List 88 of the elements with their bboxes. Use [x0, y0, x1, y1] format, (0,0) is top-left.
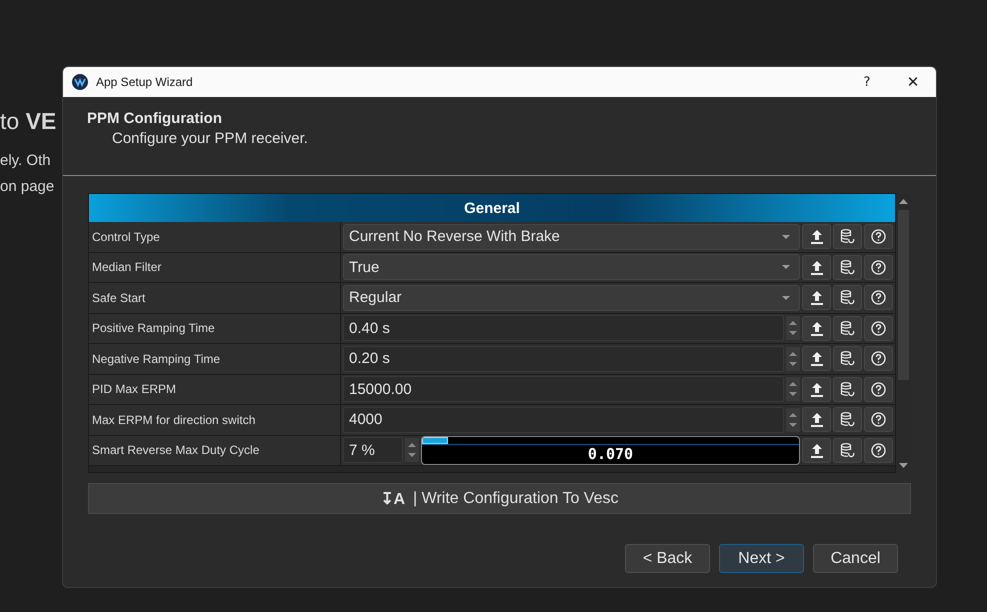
caret-icon	[781, 264, 791, 270]
help-button[interactable]	[864, 224, 893, 250]
upload-button[interactable]	[802, 438, 831, 463]
restore-default-button[interactable]	[833, 438, 862, 463]
restore-default-button[interactable]	[833, 346, 862, 372]
window-title: App Setup Wizard	[96, 75, 194, 89]
number-field[interactable]: 4000	[343, 406, 784, 433]
restore-default-button[interactable]	[833, 224, 862, 250]
setting-label: PID Max ERPM	[89, 374, 341, 404]
help-button[interactable]	[864, 407, 893, 432]
upload-button[interactable]	[802, 224, 831, 250]
help-button[interactable]	[864, 254, 893, 280]
number-field[interactable]: 0.40 s	[343, 315, 784, 342]
restore-default-button[interactable]	[833, 316, 862, 341]
dialog-button[interactable]: Next >	[719, 544, 804, 573]
database-refresh-icon	[840, 382, 855, 397]
restore-default-button[interactable]	[833, 376, 862, 402]
background-text: ely. Oth	[0, 152, 52, 170]
dropdown[interactable]: Regular	[343, 284, 800, 311]
upload-icon	[810, 229, 824, 244]
upload-button[interactable]	[802, 254, 831, 280]
number-field[interactable]: 15000.00	[343, 376, 784, 402]
setting-label: Negative Ramping Time	[89, 344, 341, 374]
background-heading: to VE	[0, 108, 58, 134]
bar-reading: 0.070	[586, 444, 634, 463]
upload-button[interactable]	[802, 407, 831, 432]
restore-default-button[interactable]	[833, 254, 862, 280]
help-icon	[871, 351, 886, 366]
upload-icon	[810, 290, 824, 306]
setting-label: Safe Start	[89, 283, 341, 312]
upload-icon	[810, 382, 824, 397]
dropdown[interactable]: True	[343, 254, 800, 280]
dropdown[interactable]: Current No Reverse With Brake	[343, 224, 800, 250]
spin-arrows-icon[interactable]	[405, 438, 419, 462]
database-refresh-icon	[840, 290, 855, 306]
setting-label: Smart Reverse Max Duty Cycle	[89, 436, 341, 465]
restore-default-button[interactable]	[833, 285, 862, 310]
database-refresh-icon	[840, 412, 855, 428]
database-refresh-icon	[840, 260, 855, 275]
upload-button[interactable]	[802, 285, 831, 310]
help-button[interactable]	[864, 346, 893, 372]
page-subtitle: Configure your PPM receiver.	[112, 130, 309, 147]
upload-icon	[810, 351, 824, 366]
help-icon	[871, 260, 886, 275]
setting-label: Median Filter	[89, 252, 341, 282]
help-button[interactable]	[864, 316, 893, 341]
close-button[interactable]: ✕	[890, 67, 936, 97]
upload-icon	[810, 260, 824, 275]
upload-button[interactable]	[802, 346, 831, 372]
caret-icon	[781, 234, 791, 240]
upload-icon	[810, 320, 824, 336]
setting-label: Positive Ramping Time	[89, 314, 341, 343]
number-field[interactable]: 7 %	[343, 437, 403, 464]
spin-arrows-icon[interactable]	[786, 408, 800, 432]
database-refresh-icon	[840, 442, 855, 458]
spin-arrows-icon[interactable]	[786, 316, 800, 340]
setting-label: Control Type	[89, 222, 341, 252]
setting-label: Max ERPM for direction switch	[89, 405, 341, 434]
help-icon	[871, 229, 886, 244]
help-button[interactable]	[864, 438, 893, 463]
help-icon	[871, 382, 886, 397]
spin-arrows-icon[interactable]	[786, 377, 800, 402]
upload-button[interactable]	[802, 316, 831, 341]
database-refresh-icon	[840, 351, 855, 366]
help-icon	[871, 290, 886, 306]
restore-default-button[interactable]	[833, 407, 862, 432]
help-icon	[871, 442, 886, 458]
upload-icon	[810, 442, 824, 458]
dialog-button[interactable]: Cancel	[813, 544, 898, 573]
app-logo-icon	[72, 74, 88, 90]
help-button[interactable]: ?	[844, 67, 890, 97]
upload-button[interactable]	[802, 376, 831, 402]
dialog-button[interactable]: < Back	[625, 544, 710, 573]
database-refresh-icon	[840, 229, 855, 244]
group-header: General	[89, 194, 895, 222]
help-icon	[871, 320, 886, 336]
help-icon	[871, 412, 886, 428]
database-refresh-icon	[840, 320, 855, 336]
background-text: on page	[0, 178, 56, 195]
page-title: PPM Configuration	[87, 110, 223, 127]
number-field[interactable]: 0.20 s	[343, 346, 784, 372]
help-button[interactable]	[864, 376, 893, 402]
write-configuration-button[interactable]: ↧A | Write Configuration To Vesc	[88, 483, 911, 514]
help-button[interactable]	[864, 285, 893, 310]
duty-cycle-bar[interactable]: 0.070	[421, 436, 800, 465]
spin-arrows-icon[interactable]	[786, 346, 800, 371]
upload-icon	[810, 412, 824, 428]
caret-icon	[781, 294, 791, 301]
